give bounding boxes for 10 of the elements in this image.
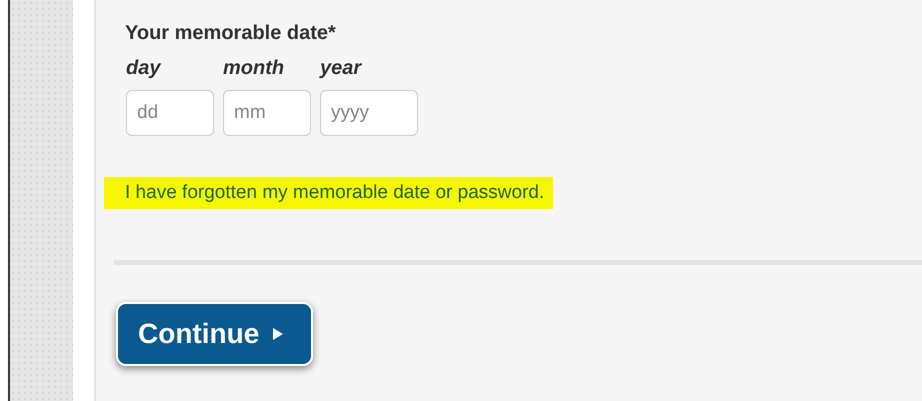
input-field[interactable]: dd [126, 90, 214, 136]
input-field[interactable]: yyyy [320, 90, 418, 136]
field-sublabel: year [320, 57, 363, 80]
triangle-icon [273, 328, 284, 340]
field-sublabel: day [126, 57, 162, 80]
forgot-link[interactable]: I have forgotten my memorable date or password. [104, 177, 554, 209]
field-label: Your memorable date* [125, 22, 337, 45]
field-sublabel: month [223, 57, 286, 80]
input-field[interactable]: mm [223, 90, 311, 136]
continue-button[interactable]: Continue [116, 302, 314, 366]
